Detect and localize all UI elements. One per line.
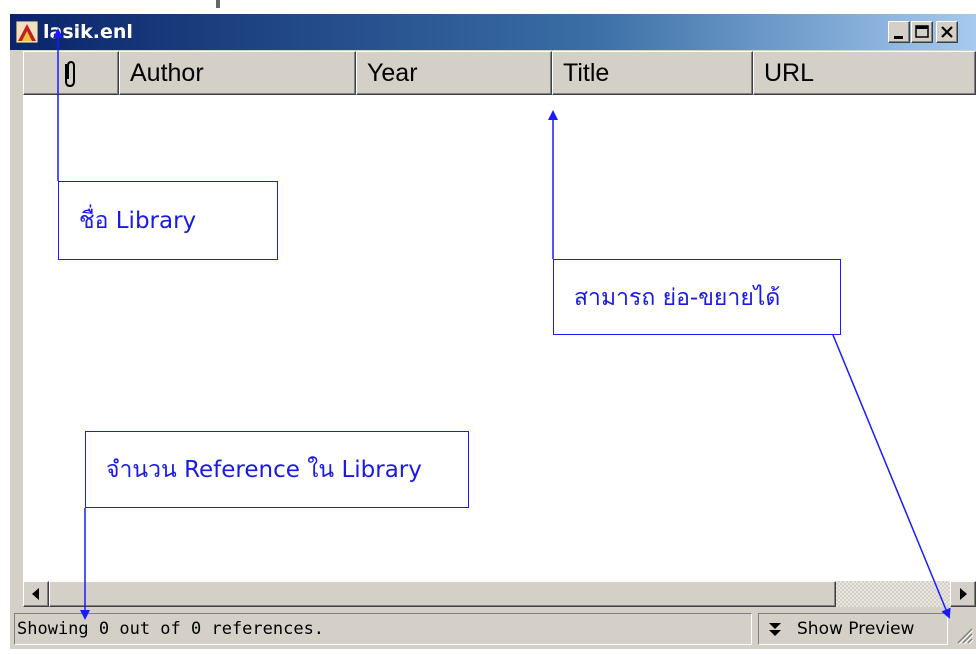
scroll-left-button[interactable] bbox=[23, 581, 49, 607]
column-header-attachment[interactable] bbox=[23, 51, 119, 95]
arrow-right-icon bbox=[960, 588, 967, 600]
column-header-title[interactable]: Title bbox=[552, 51, 753, 95]
arrow-left-icon bbox=[32, 588, 39, 600]
scrollbar-track[interactable] bbox=[836, 581, 950, 607]
scrollbar-thumb[interactable] bbox=[49, 581, 836, 607]
minimize-button[interactable] bbox=[888, 21, 910, 43]
endnote-library-icon bbox=[15, 20, 39, 44]
close-icon bbox=[941, 26, 953, 38]
horizontal-scrollbar[interactable] bbox=[23, 581, 976, 607]
show-preview-button[interactable]: Show Preview bbox=[758, 613, 948, 645]
column-header-author[interactable]: Author bbox=[119, 51, 356, 95]
double-chevron-down-icon bbox=[767, 614, 783, 654]
reference-count-status: Showing 0 out of 0 references. bbox=[14, 613, 752, 645]
column-header-row: Author Year Title URL bbox=[23, 51, 976, 95]
maximize-button[interactable] bbox=[911, 21, 933, 43]
resize-grip-icon[interactable] bbox=[954, 625, 974, 645]
close-button[interactable] bbox=[936, 21, 958, 43]
maximize-icon bbox=[915, 25, 929, 38]
column-header-url[interactable]: URL bbox=[753, 51, 976, 95]
callout-reference-count: จำนวน Reference ใน Library bbox=[85, 431, 469, 508]
window-title: lasik.enl bbox=[43, 21, 133, 43]
callout-resizable: สามารถ ย่อ-ขยายได้ bbox=[553, 259, 841, 335]
title-bar[interactable]: lasik.enl bbox=[10, 14, 976, 50]
scroll-right-button[interactable] bbox=[950, 581, 976, 607]
callout-library-name: ชื่อ Library bbox=[58, 181, 278, 260]
status-bar: Showing 0 out of 0 references. Show Prev… bbox=[10, 609, 976, 649]
column-header-year[interactable]: Year bbox=[356, 51, 552, 95]
top-artifact bbox=[216, 0, 220, 8]
minimize-icon bbox=[894, 36, 903, 39]
paperclip-icon bbox=[65, 60, 75, 88]
show-preview-label: Show Preview bbox=[797, 619, 915, 639]
